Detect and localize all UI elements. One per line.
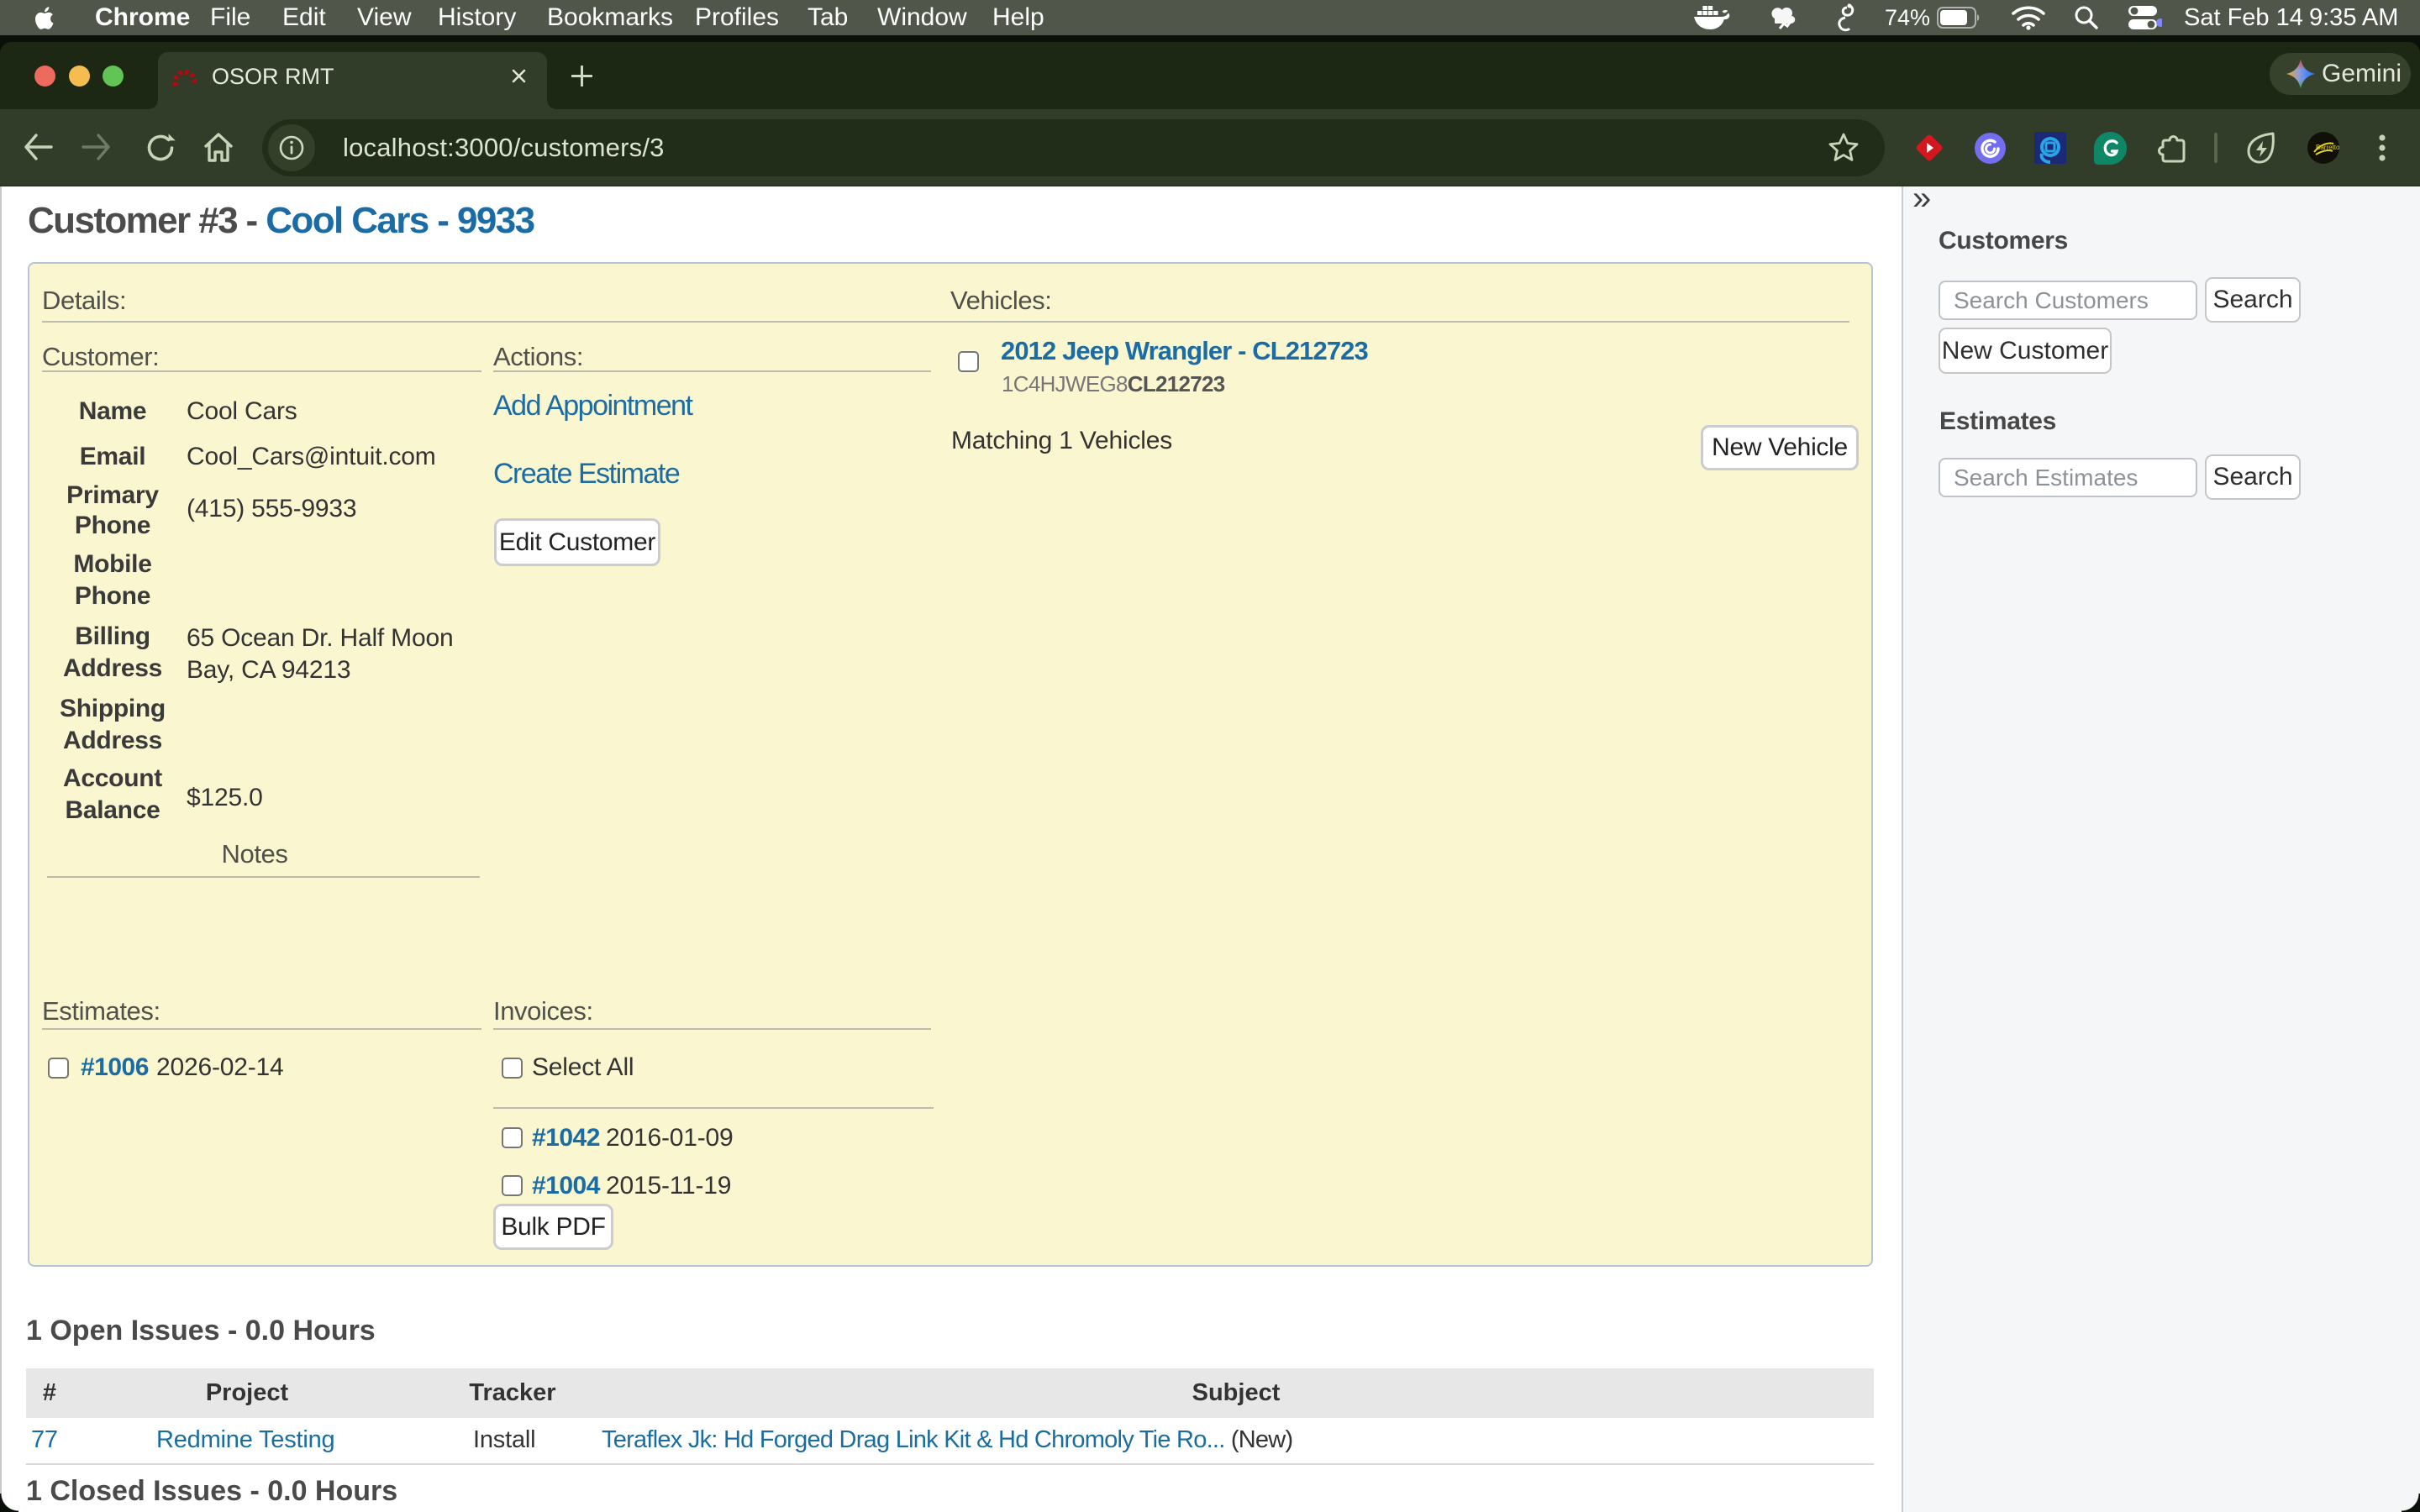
svg-text:Barretto: Barretto <box>2316 144 2339 151</box>
